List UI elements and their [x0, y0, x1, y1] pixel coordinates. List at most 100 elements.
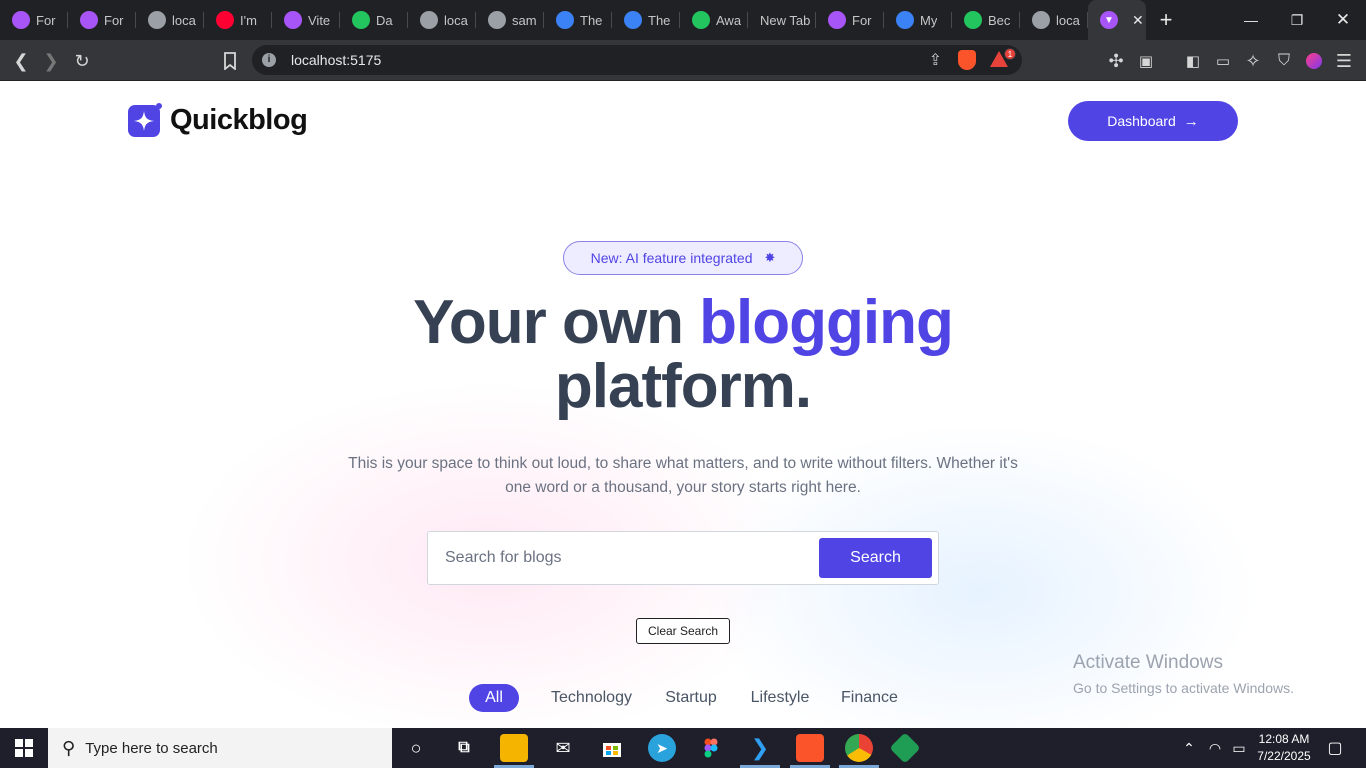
tab-active[interactable]: ▼ ✕ [1088, 0, 1146, 40]
browser-toolbar: ❮ ❯ ↻ i localhost:5175 ⇪ 1 ✣ ▣ ◧ ▭ ✧ ⛉ ☰ [0, 40, 1366, 81]
close-window-icon[interactable]: ✕ [1320, 0, 1366, 40]
leo-ai-icon[interactable]: ✧ [1240, 48, 1266, 74]
browser-tab-label: For [852, 12, 872, 28]
new-tab-button[interactable]: + [1146, 7, 1186, 33]
dashboard-label: Dashboard [1107, 113, 1176, 129]
brave-shields-icon[interactable] [958, 50, 976, 70]
category-all[interactable]: All [469, 684, 519, 712]
url-text[interactable]: localhost:5175 [291, 52, 381, 68]
category-startup[interactable]: Startup [658, 684, 724, 712]
browser-tab[interactable]: loca [136, 0, 204, 40]
restore-icon[interactable]: ❐ [1274, 0, 1320, 40]
file-explorer-icon[interactable] [500, 734, 528, 762]
activate-windows-watermark: Activate Windows Go to Settings to activ… [1073, 652, 1294, 696]
browser-tab[interactable]: loca [1020, 0, 1088, 40]
announcement-text: New: AI feature integrated [590, 250, 753, 266]
hero-headline: Your own blogging platform. [283, 291, 1083, 419]
browser-tab[interactable]: I'm [204, 0, 272, 40]
wallet-icon[interactable]: ▭ [1210, 48, 1236, 74]
search-icon: ⚲ [62, 737, 76, 758]
browser-tab-label: loca [1056, 12, 1080, 28]
vite-icon [80, 11, 98, 29]
forward-icon[interactable]: ❯ [38, 48, 64, 74]
browser-tab[interactable]: For [68, 0, 136, 40]
reload-icon[interactable]: ↻ [69, 48, 95, 74]
menu-icon[interactable]: ☰ [1331, 48, 1357, 74]
minimize-icon[interactable]: — [1228, 0, 1274, 40]
play-icon [692, 11, 710, 29]
browser-tab[interactable]: sam [476, 0, 544, 40]
browser-tab[interactable]: The [612, 0, 680, 40]
clear-search-button[interactable]: Clear Search [636, 618, 730, 644]
windows-start-icon[interactable] [0, 728, 48, 768]
telegram-icon[interactable]: ➤ [648, 734, 676, 762]
vpn-icon[interactable]: ⛉ [1271, 48, 1297, 74]
bookmark-icon[interactable] [217, 48, 243, 74]
app-diamond-icon[interactable] [889, 732, 921, 764]
wifi-icon[interactable]: ◠ [1204, 728, 1226, 768]
browser-tab[interactable]: For [0, 0, 68, 40]
taskbar-search[interactable]: ⚲ Type here to search [48, 728, 392, 768]
browser-tab-label: The [648, 12, 671, 28]
globe-icon [148, 11, 166, 29]
brave-browser-icon[interactable] [796, 734, 824, 762]
back-icon[interactable]: ❮ [8, 48, 34, 74]
vite-icon: ▼ [1100, 11, 1118, 29]
bolt-icon [964, 11, 982, 29]
chrome-icon[interactable] [845, 734, 873, 762]
hero-subtitle: This is your space to think out loud, to… [348, 455, 1018, 496]
browser-tab-label: For [104, 12, 124, 28]
browser-tab-label: I'm [240, 12, 257, 28]
watermark-line1: Activate Windows [1073, 652, 1223, 673]
browser-tab-label: New Tab [760, 12, 811, 28]
close-tab-icon[interactable]: ✕ [1132, 12, 1144, 29]
category-technology[interactable]: Technology [545, 684, 638, 712]
wordpress-icon [624, 11, 642, 29]
browser-tabstrip: For For loca I'm Vite Da loca sam The The Awa New T… [0, 0, 1366, 40]
browser-tab-label: loca [172, 12, 196, 28]
browser-tab[interactable]: loca [408, 0, 476, 40]
extensions-icon[interactable]: ✣ [1103, 48, 1129, 74]
globe-icon [1032, 11, 1050, 29]
system-clock[interactable]: 12:08 AM 7/22/2025 [1252, 731, 1316, 765]
wordpress-icon [896, 11, 914, 29]
browser-tab[interactable]: The [544, 0, 612, 40]
task-view-icon[interactable]: ⧉ [450, 734, 478, 762]
site-logo[interactable]: Quickblog [128, 103, 308, 137]
vscode-icon[interactable]: ❯ [746, 734, 774, 762]
search-input[interactable] [429, 533, 809, 583]
browser-tab[interactable]: My [884, 0, 952, 40]
mail-icon[interactable]: ✉ [549, 734, 577, 762]
site-info-icon[interactable]: i [262, 53, 276, 67]
watermark-line2: Go to Settings to activate Windows. [1073, 680, 1294, 696]
share-icon[interactable]: ⇪ [929, 50, 942, 70]
page: Quickblog Dashboard → New: AI feature in… [0, 81, 1366, 728]
cortana-icon[interactable]: ○ [402, 734, 430, 762]
browser-tab[interactable]: Da [340, 0, 408, 40]
vite-icon [284, 11, 302, 29]
battery-icon[interactable]: ▭ [1228, 728, 1250, 768]
figma-icon[interactable] [697, 734, 725, 762]
headline-accent: blogging [699, 288, 954, 357]
browser-tab[interactable]: Awa [680, 0, 748, 40]
show-hidden-icons-icon[interactable]: ⌃ [1178, 728, 1200, 768]
dashboard-button[interactable]: Dashboard → [1068, 101, 1238, 141]
search-button[interactable]: Search [819, 538, 932, 578]
browser-tab[interactable]: For [816, 0, 884, 40]
category-finance[interactable]: Finance [836, 684, 903, 712]
browser-tab[interactable]: New Tab [748, 0, 816, 40]
category-lifestyle[interactable]: Lifestyle [744, 684, 816, 712]
browser-tab[interactable]: Vite [272, 0, 340, 40]
browser-tab-label: For [36, 12, 56, 28]
sidebar-icon[interactable]: ◧ [1180, 48, 1206, 74]
reader-mode-icon[interactable]: ▣ [1133, 48, 1159, 74]
microsoft-store-icon[interactable] [598, 734, 626, 762]
search-form: Search [427, 531, 939, 585]
headline-part1: Your own [413, 288, 700, 357]
browser-tab[interactable]: Bec [952, 0, 1020, 40]
address-bar[interactable]: i localhost:5175 ⇪ 1 [252, 45, 1022, 75]
profile-icon[interactable] [1301, 48, 1327, 74]
browser-tab-label: Awa [716, 12, 742, 28]
notifications-icon[interactable]: ▢ [1320, 728, 1350, 768]
browser-tab-label: The [580, 12, 603, 28]
